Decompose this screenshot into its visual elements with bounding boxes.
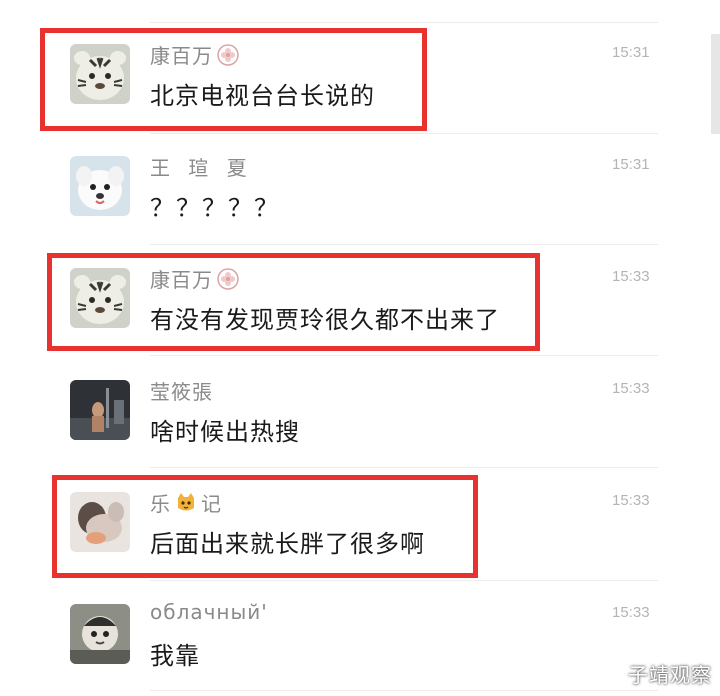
message-row[interactable]: 乐 记 15:33 后面出来就长胖了很多啊 xyxy=(0,472,700,582)
message-row[interactable]: 康百万 15:31 北京电视台台长说的 xyxy=(0,24,700,134)
message-text: 啥时候出热搜 xyxy=(150,418,300,446)
message-time: 15:33 xyxy=(612,268,650,285)
message-time: 15:33 xyxy=(612,604,650,621)
dog-avatar[interactable] xyxy=(70,156,130,216)
watermark: 子靖观察 xyxy=(628,663,712,687)
chat-screen: 康百万 15:31 北京电视台台长说的 王 瑄 夏 15:31 ？？？？？ 康百… xyxy=(0,0,720,696)
sender-name[interactable]: 康百万 xyxy=(150,40,239,69)
tiger-avatar[interactable] xyxy=(70,268,130,328)
sender-name-text: 康百万 xyxy=(150,268,213,292)
divider xyxy=(150,467,658,468)
sender-name-text: 王 瑄 夏 xyxy=(150,156,253,180)
sender-name-text: облачный' xyxy=(150,600,268,624)
divider xyxy=(150,690,658,691)
sender-name-text: 乐 xyxy=(150,492,171,516)
message-text: 北京电视台台长说的 xyxy=(150,82,375,110)
photo-avatar[interactable] xyxy=(70,380,130,440)
message-text: 有没有发现贾玲很久都不出来了 xyxy=(150,306,500,334)
message-row[interactable]: облачный' 15:33 我靠 xyxy=(0,584,700,694)
divider xyxy=(150,355,658,356)
message-time: 15:33 xyxy=(612,492,650,509)
message-time: 15:31 xyxy=(612,44,650,61)
divider xyxy=(150,22,658,23)
sender-name[interactable]: 王 瑄 夏 xyxy=(150,152,253,181)
sender-name[interactable]: облачный' xyxy=(150,600,268,624)
message-text: 我靠 xyxy=(150,642,200,670)
sender-name[interactable]: 乐 记 xyxy=(150,488,222,517)
divider xyxy=(150,133,658,134)
cartoon-avatar[interactable] xyxy=(70,604,130,664)
sender-name-text: 康百万 xyxy=(150,44,213,68)
blur-avatar[interactable] xyxy=(70,492,130,552)
divider xyxy=(150,244,658,245)
scrollbar[interactable] xyxy=(711,34,720,134)
message-time: 15:33 xyxy=(612,380,650,397)
message-row[interactable]: 王 瑄 夏 15:31 ？？？？？ xyxy=(0,136,700,246)
message-text: 后面出来就长胖了很多啊 xyxy=(150,530,425,558)
message-time: 15:31 xyxy=(612,156,650,173)
message-row[interactable]: 莹筱張 15:33 啥时候出热搜 xyxy=(0,360,700,470)
flower-badge-icon xyxy=(217,43,239,66)
tiger-avatar[interactable] xyxy=(70,44,130,104)
sender-name[interactable]: 康百万 xyxy=(150,264,239,293)
message-text: ？？？？？ xyxy=(150,194,280,222)
message-row[interactable]: 康百万 15:33 有没有发现贾玲很久都不出来了 xyxy=(0,248,700,358)
sender-name-text: 莹筱張 xyxy=(150,380,213,404)
sender-name-text: 记 xyxy=(201,492,222,516)
sender-name[interactable]: 莹筱張 xyxy=(150,376,213,405)
flower-badge-icon xyxy=(217,267,239,290)
divider xyxy=(150,580,658,581)
cat-emoji-icon xyxy=(175,492,197,514)
